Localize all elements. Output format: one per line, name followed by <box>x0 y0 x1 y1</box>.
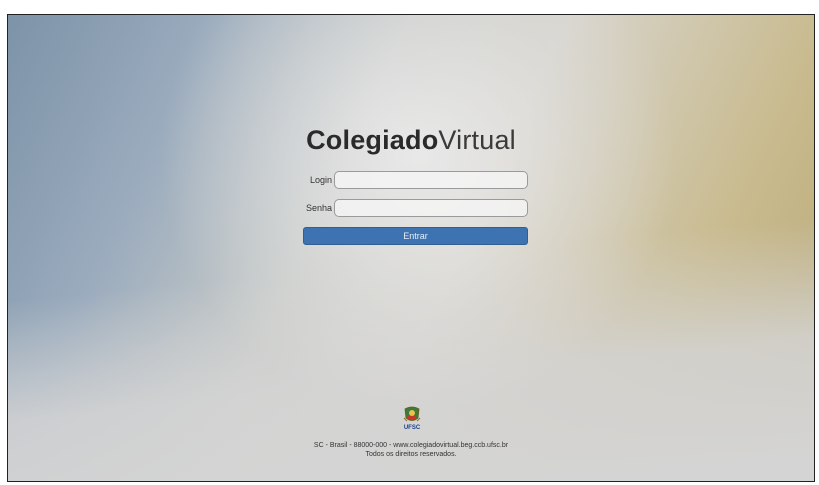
ufsc-crest-icon: UFSC <box>403 406 421 431</box>
senha-row: Senha <box>8 199 814 221</box>
brand-title-bold: Colegiado <box>306 125 439 155</box>
entrar-button[interactable]: Entrar <box>303 227 528 245</box>
brand-title-light: Virtual <box>438 125 516 155</box>
login-screen: ColegiadoVirtual Login Senha Entrar UFSC… <box>7 14 815 482</box>
footer-rights: Todos os direitos reservados. <box>365 451 457 458</box>
senha-input[interactable] <box>334 199 528 217</box>
brand-title: ColegiadoVirtual <box>8 125 814 156</box>
login-content: ColegiadoVirtual Login Senha Entrar UFSC… <box>8 15 814 481</box>
ufsc-text: UFSC <box>404 425 421 431</box>
login-label: Login <box>309 175 332 185</box>
login-input[interactable] <box>334 171 528 189</box>
footer-address: SC - Brasil - 88000-000 - www.colegiadov… <box>313 442 509 449</box>
senha-label: Senha <box>305 203 332 213</box>
login-row: Login <box>8 171 814 193</box>
